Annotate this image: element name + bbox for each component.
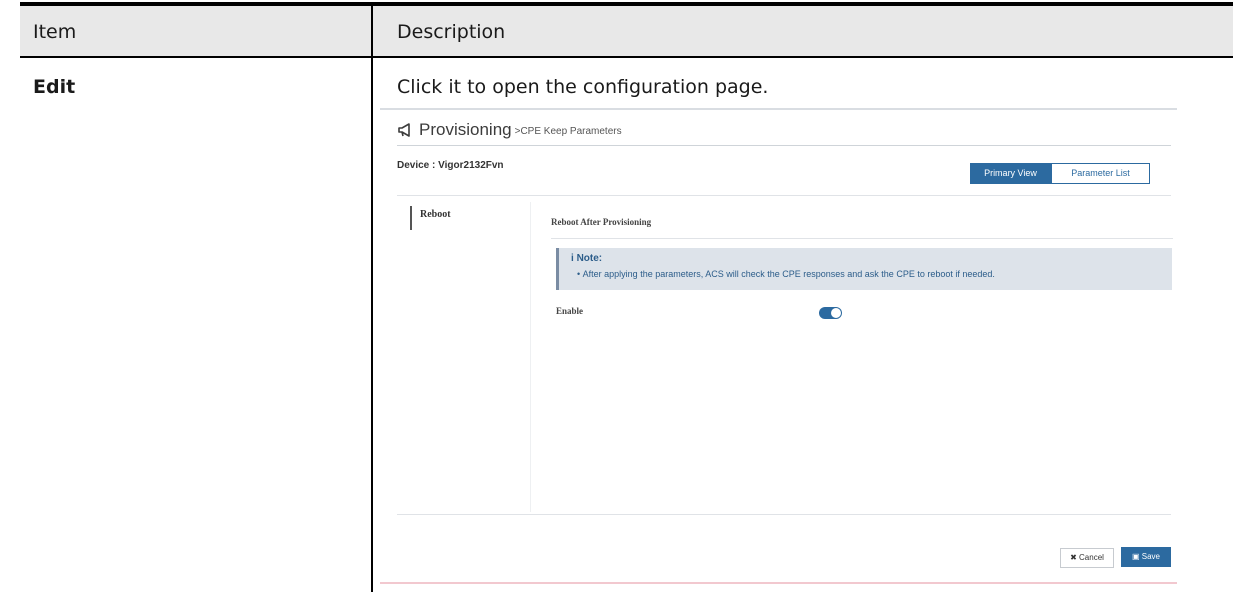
embedded-screenshot: Provisioning >CPE Keep Parameters Device… [380,108,1177,592]
row-description: Click it to open the configuration page. [397,76,769,98]
note-heading: i Note: [571,253,602,264]
table-header-row [20,6,1233,56]
save-button[interactable]: ▣ Save [1121,547,1171,567]
device-label: Device : Vigor2132Fvn [397,160,504,171]
cancel-label: Cancel [1079,553,1104,562]
title-divider [397,145,1171,146]
save-label: Save [1141,552,1160,561]
table-header-rule [20,56,1233,58]
footer-divider [397,514,1171,515]
megaphone-icon [398,123,410,137]
column-divider [371,6,373,592]
tab-reboot[interactable]: Reboot [410,206,451,230]
note-text: After applying the parameters, ACS will … [582,269,995,279]
toggle-knob [831,308,841,318]
note-box: i Note: • After applying the parameters,… [556,248,1172,290]
primary-view-button[interactable]: Primary View [970,163,1051,184]
enable-toggle[interactable] [819,307,842,319]
provisioning-title-row: Provisioning >CPE Keep Parameters [397,118,622,142]
close-icon: ✖ [1070,553,1080,562]
screenshot-bottom-border [380,582,1177,584]
device-divider [397,195,1171,196]
reboot-panel: Reboot After Provisioning i Note: • Afte… [530,202,1173,512]
note-heading-text: Note: [576,253,603,264]
header-item: Item [33,21,77,43]
note-text-line: • After applying the parameters, ACS wil… [577,269,995,279]
cancel-button[interactable]: ✖ Cancel [1060,548,1114,568]
view-toggle-group: Primary View Parameter List [970,163,1150,184]
header-description: Description [397,21,506,43]
section-divider [551,238,1173,239]
row-item-edit: Edit [33,76,76,98]
section-title: Reboot After Provisioning [551,217,652,227]
enable-label: Enable [556,306,584,316]
save-icon: ▣ [1131,552,1142,561]
screenshot-top-border [380,108,1177,110]
breadcrumb: >CPE Keep Parameters [514,126,622,137]
page-title: Provisioning [419,120,512,139]
parameter-list-button[interactable]: Parameter List [1051,163,1150,184]
